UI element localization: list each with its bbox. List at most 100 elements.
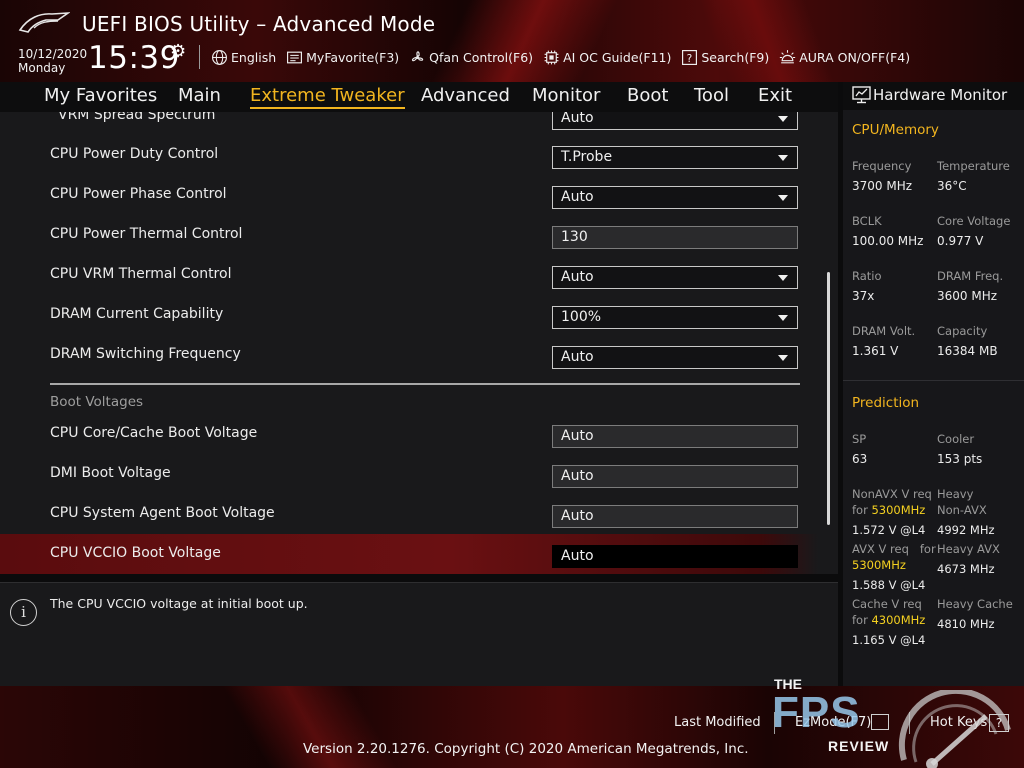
- qfan-control-label: Qfan Control(F6): [429, 49, 534, 65]
- language-button[interactable]: English: [211, 49, 276, 66]
- tab-boot[interactable]: Boot: [627, 85, 668, 106]
- chip-icon: [543, 49, 560, 66]
- setting-dropdown[interactable]: Auto: [552, 266, 798, 289]
- ai-oc-guide-button[interactable]: AI OC Guide(F11): [543, 49, 671, 66]
- hw-value: 4992 MHz: [937, 523, 995, 537]
- for-text: for: [852, 503, 868, 517]
- myfavorite-button[interactable]: MyFavorite(F3): [286, 49, 399, 66]
- qfan-control-button[interactable]: Qfan Control(F6): [409, 49, 533, 66]
- hw-frequency-highlight: 5300MHz: [871, 503, 926, 517]
- ez-mode-icon[interactable]: [871, 714, 889, 730]
- hardware-monitor-header: Hardware Monitor: [843, 82, 1024, 110]
- setting-label: CPU VCCIO Boot Voltage: [50, 545, 221, 561]
- setting-input[interactable]: Auto: [552, 545, 798, 568]
- tab-extreme-tweaker[interactable]: Extreme Tweaker: [250, 85, 405, 109]
- hw-frequency-highlight: 4300MHz: [871, 613, 926, 627]
- setting-dropdown[interactable]: Auto: [552, 346, 798, 369]
- toolbar-divider: [199, 45, 200, 69]
- section-title-boot-voltages: Boot Voltages: [50, 394, 144, 410]
- setting-row-cpu-power-duty-control[interactable]: CPU Power Duty Control T.Probe: [0, 135, 818, 175]
- tab-my-favorites[interactable]: My Favorites: [44, 85, 157, 106]
- for-text: for: [919, 542, 936, 556]
- aura-toggle-button[interactable]: AURA ON/OFF(F4): [779, 49, 910, 66]
- setting-row-dmi-boot-voltage[interactable]: DMI Boot Voltage Auto: [0, 454, 818, 494]
- rog-logo-icon: [18, 12, 70, 33]
- hw-label: Cache V req: [852, 597, 922, 611]
- setting-input[interactable]: Auto: [552, 505, 798, 528]
- fan-icon: [409, 49, 426, 66]
- tab-main[interactable]: Main: [178, 85, 221, 106]
- settings-scrollbar[interactable]: [827, 272, 830, 525]
- tab-tool[interactable]: Tool: [694, 85, 729, 106]
- setting-label: CPU Power Duty Control: [50, 146, 219, 162]
- day-text: Monday: [18, 61, 66, 75]
- light-icon: [779, 49, 796, 66]
- setting-input[interactable]: Auto: [552, 425, 798, 448]
- hw-capacity: Capacity 16384 MB: [937, 323, 998, 359]
- setting-dropdown[interactable]: T.Probe: [552, 146, 798, 169]
- ez-mode-button[interactable]: EzMode(F7): [795, 715, 871, 730]
- setting-row-cpu-system-agent-boot-voltage[interactable]: CPU System Agent Boot Voltage Auto: [0, 494, 818, 534]
- hw-label: Heavy AVX: [937, 542, 1000, 556]
- setting-input[interactable]: 130: [552, 226, 798, 249]
- hw-value: 37x: [852, 289, 875, 303]
- hw-value: 4810 MHz: [937, 617, 995, 631]
- myfavorite-label: MyFavorite(F3): [306, 49, 400, 65]
- search-button[interactable]: ? Search(F9): [681, 49, 769, 66]
- tab-exit[interactable]: Exit: [758, 85, 792, 106]
- dropdown-value: Auto: [561, 189, 594, 205]
- setting-row-cpu-vrm-thermal-control[interactable]: CPU VRM Thermal Control Auto: [0, 255, 818, 295]
- chevron-down-icon: [778, 195, 788, 201]
- setting-dropdown[interactable]: 100%: [552, 306, 798, 329]
- hw-label: Heavy: [937, 487, 974, 501]
- setting-row-cpu-vccio-boot-voltage[interactable]: CPU VCCIO Boot Voltage Auto: [0, 534, 818, 574]
- chevron-down-icon: [778, 155, 788, 161]
- aura-toggle-label: AURA ON/OFF(F4): [799, 49, 911, 65]
- hw-value: 100.00 MHz: [852, 234, 924, 248]
- setting-dropdown[interactable]: Auto: [552, 186, 798, 209]
- info-icon: i: [10, 599, 37, 626]
- hw-avx-vreq: AVX V req for 5300MHz 1.588 V @L4: [852, 541, 936, 593]
- hw-label-text: AVX V req: [852, 542, 909, 556]
- hw-label: Core Voltage: [937, 214, 1011, 228]
- tab-monitor[interactable]: Monitor: [532, 85, 600, 106]
- dropdown-value: Auto: [561, 269, 594, 285]
- hw-sp: SP 63: [852, 431, 867, 467]
- language-label: English: [231, 49, 277, 65]
- hw-label: Frequency: [852, 159, 912, 173]
- tab-advanced[interactable]: Advanced: [421, 85, 510, 106]
- setting-label: VRM Spread Spectrum: [58, 112, 216, 123]
- clock[interactable]: 15:39: [88, 40, 180, 76]
- hw-value: 153 pts: [937, 452, 983, 466]
- hot-keys-icon[interactable]: ?: [989, 714, 1009, 732]
- hw-label: Cooler: [937, 432, 975, 446]
- setting-row-dram-current-capability[interactable]: DRAM Current Capability 100%: [0, 295, 818, 335]
- hw-frequency-highlight: 5300MHz: [852, 558, 906, 572]
- setting-label: DRAM Switching Frequency: [50, 346, 241, 362]
- setting-row-cpu-power-thermal-control[interactable]: CPU Power Thermal Control 130: [0, 215, 818, 255]
- hw-frequency: Frequency 3700 MHz: [852, 158, 912, 194]
- gear-icon[interactable]: ⚙: [170, 41, 186, 62]
- dropdown-value: T.Probe: [561, 149, 613, 165]
- setting-label: CPU Power Phase Control: [50, 186, 227, 202]
- hw-cache-vreq: Cache V req for 4300MHz 1.165 V @L4: [852, 596, 925, 648]
- main-nav: My Favorites Main Extreme Tweaker Advanc…: [0, 82, 838, 112]
- footer-bar: Last Modified EzMode(F7) Hot Keys ? Vers…: [0, 686, 1024, 768]
- hw-value: 3600 MHz: [937, 289, 998, 303]
- hw-label: Temperature: [937, 159, 1010, 173]
- setting-row-cpu-core-cache-boot-voltage[interactable]: CPU Core/Cache Boot Voltage Auto: [0, 414, 818, 454]
- setting-row-cpu-power-phase-control[interactable]: CPU Power Phase Control Auto: [0, 175, 818, 215]
- last-modified-button[interactable]: Last Modified: [674, 715, 761, 730]
- setting-dropdown[interactable]: Auto: [552, 112, 798, 130]
- setting-input[interactable]: Auto: [552, 465, 798, 488]
- setting-row-dram-switching-frequency[interactable]: DRAM Switching Frequency Auto: [0, 335, 818, 375]
- hw-label-for: for 4300MHz: [852, 612, 925, 628]
- hw-value: 0.977 V: [937, 234, 984, 248]
- hw-dram-volt: DRAM Volt. 1.361 V: [852, 323, 915, 359]
- setting-row-vrm-spread-spectrum[interactable]: VRM Spread Spectrum Auto: [0, 112, 818, 136]
- setting-label: CPU Core/Cache Boot Voltage: [50, 425, 258, 441]
- hw-ratio: Ratio 37x: [852, 268, 882, 304]
- hot-keys-button[interactable]: Hot Keys: [930, 715, 987, 730]
- dropdown-value: 100%: [561, 309, 602, 325]
- setting-label: CPU Power Thermal Control: [50, 226, 243, 242]
